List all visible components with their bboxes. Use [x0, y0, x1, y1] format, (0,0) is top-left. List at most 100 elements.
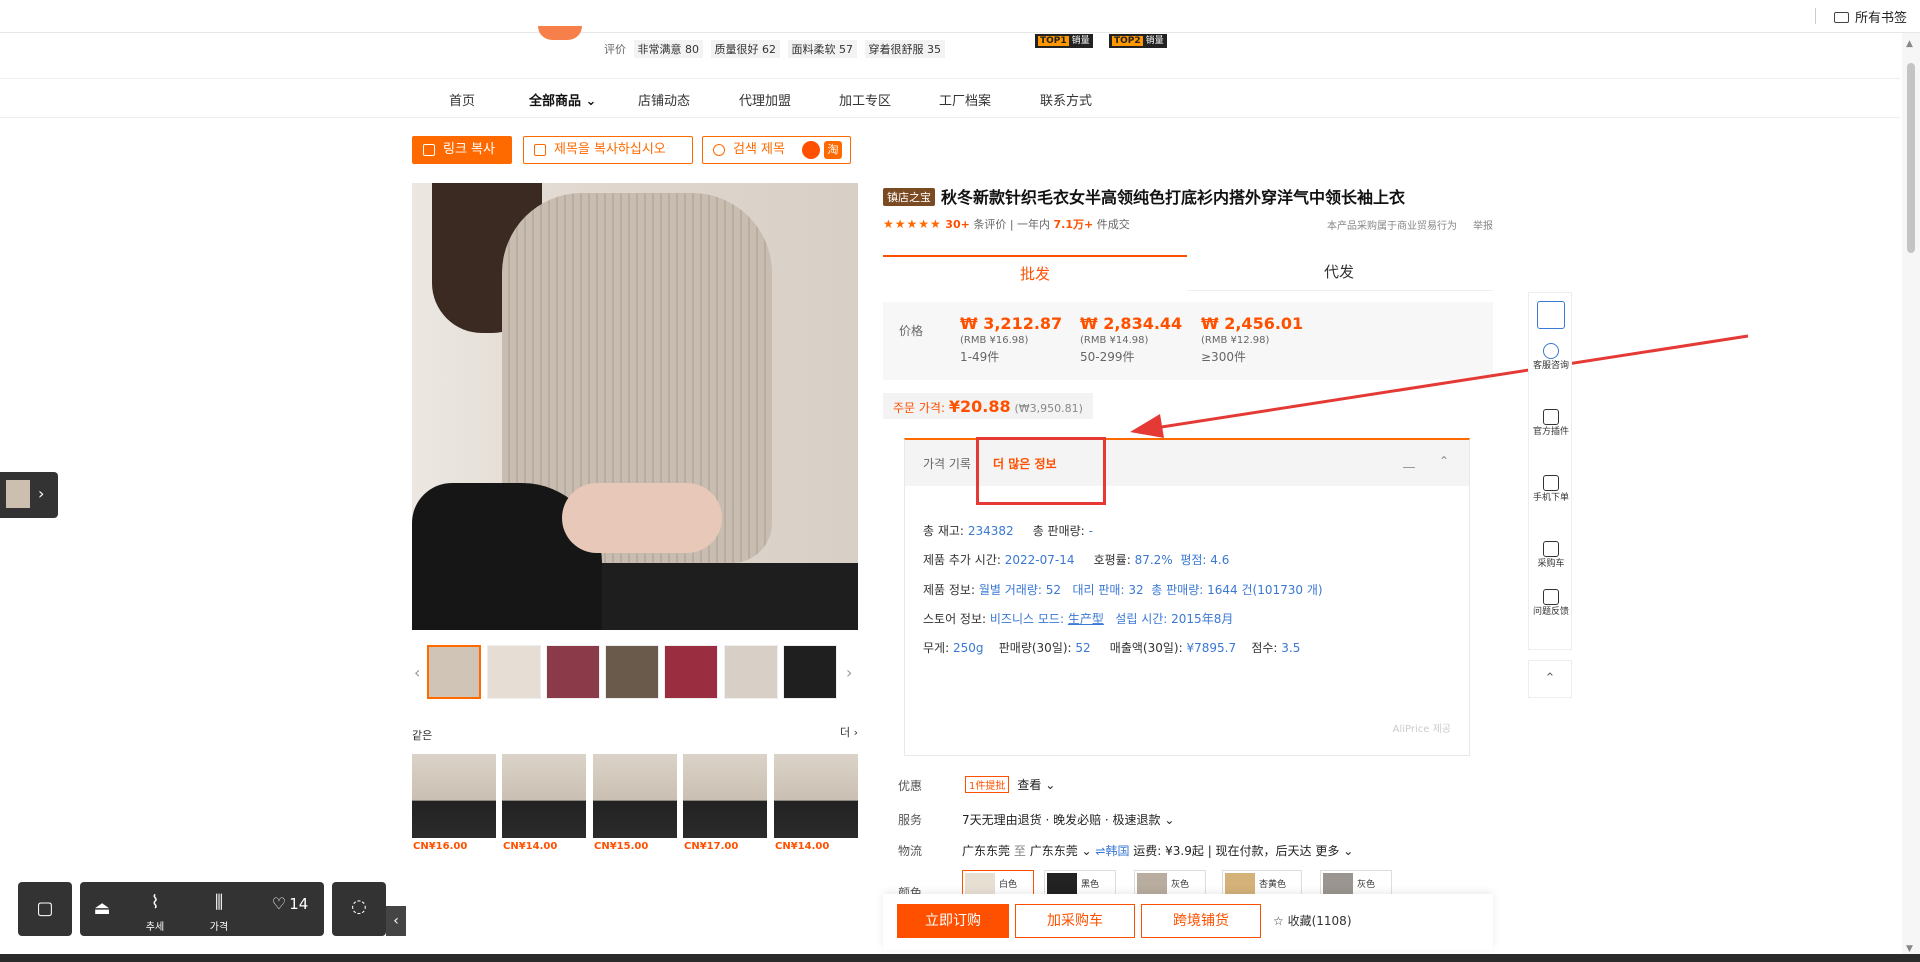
- back-to-top-button[interactable]: ⌃: [1528, 660, 1572, 698]
- thumbnail[interactable]: [546, 645, 600, 699]
- info-row-weight: 무게: 250g 판매량(30일): 52 매출액(30일): ¥7895.7 …: [923, 639, 1300, 656]
- weight-label: 무게:: [923, 641, 950, 655]
- similar-product-image[interactable]: [593, 754, 677, 838]
- product-info-label: 제품 정보:: [923, 583, 976, 597]
- chevron-right-icon[interactable]: ›: [846, 663, 852, 682]
- edit-icon: [1543, 589, 1559, 605]
- nav-all-products[interactable]: 全部商品 ⌄: [529, 90, 596, 109]
- side-customer-service[interactable]: 客服咨询: [1529, 343, 1573, 372]
- thumbnail[interactable]: [487, 645, 541, 699]
- side-feedback[interactable]: 问题反馈: [1529, 589, 1573, 618]
- tab-dropship[interactable]: 代发: [1187, 255, 1491, 291]
- established-label: 설립 시간:: [1115, 612, 1168, 626]
- left-float-widget[interactable]: ›: [0, 472, 58, 518]
- nav-shop-news[interactable]: 店铺动态: [638, 90, 690, 109]
- nav-agency[interactable]: 代理加盟: [739, 90, 791, 109]
- cross-border-button[interactable]: 跨境铺货: [1141, 904, 1261, 938]
- edit-icon[interactable]: [1402, 456, 1420, 468]
- side-plugin[interactable]: 官方插件: [1529, 409, 1573, 438]
- points-value: 3.5: [1281, 641, 1301, 655]
- thumbnail[interactable]: [724, 645, 778, 699]
- thumbnail[interactable]: [783, 645, 837, 699]
- chevron-right-icon: ›: [38, 484, 45, 503]
- thumbnail[interactable]: [605, 645, 659, 699]
- similar-product-image[interactable]: [502, 754, 586, 838]
- chat-icon: [1543, 343, 1559, 359]
- taobao-icon[interactable]: 淘: [824, 141, 842, 159]
- dock-collapse-button[interactable]: ‹: [386, 906, 406, 936]
- side-label: 问题反馈: [1532, 607, 1569, 617]
- side-mobile-order[interactable]: 手机下单: [1529, 475, 1573, 504]
- all-bookmarks-folder[interactable]: 所有书签: [1834, 7, 1907, 26]
- home-icon[interactable]: ⏏: [80, 882, 124, 936]
- sold-suffix: 件成交: [1096, 218, 1130, 231]
- revenue30-label: 매출액(30일):: [1109, 641, 1183, 655]
- nav-processing[interactable]: 加工专区: [839, 90, 891, 109]
- tier-rmb: (RMB ¥16.98): [960, 335, 1029, 346]
- scrollbar-thumb[interactable]: [1907, 63, 1915, 253]
- total-value: 1644 건(101730 개): [1207, 583, 1323, 597]
- nav-home[interactable]: 首页: [449, 90, 475, 109]
- similar-price: CN¥14.00: [775, 841, 830, 852]
- search-title-button[interactable]: 검색 제목 淘: [702, 136, 851, 164]
- points-label: 점수:: [1251, 641, 1278, 655]
- nav-contact[interactable]: 联系方式: [1040, 90, 1092, 109]
- side-cart[interactable]: 采购车: [1529, 541, 1573, 570]
- intl-shipping-link[interactable]: ⇌韩国: [1095, 844, 1129, 858]
- similar-more-link[interactable]: 더 ›: [840, 724, 858, 740]
- buy-now-button[interactable]: 立即订购: [897, 904, 1009, 938]
- dock-trend[interactable]: ⌇ 추세: [130, 882, 180, 936]
- puzzle-icon: [1543, 409, 1559, 425]
- scroll-down-icon[interactable]: ▼: [1906, 944, 1913, 954]
- dock-price[interactable]: ⫼ 가격: [184, 882, 254, 936]
- dock-chat-button[interactable]: ◌: [332, 882, 386, 936]
- dock-bag-button[interactable]: ▢: [18, 882, 72, 936]
- main-product-image[interactable]: [412, 183, 858, 630]
- translate-icon[interactable]: [1529, 301, 1573, 331]
- rating-tag: 质量很好 62: [710, 40, 780, 58]
- source-icon[interactable]: [802, 141, 820, 159]
- thumbnail[interactable]: [664, 645, 718, 699]
- swatch-label: 白色: [999, 880, 1018, 890]
- sales-label: 총 판매량:: [1032, 524, 1085, 538]
- report-link[interactable]: 举报: [1473, 221, 1493, 232]
- logistics-more[interactable]: 更多 ⌄: [1315, 844, 1353, 858]
- badge-rank: TOP2: [1112, 36, 1143, 46]
- similar-product-image[interactable]: [683, 754, 767, 838]
- nav-all-products-label: 全部商品: [529, 94, 582, 109]
- annotation-highlight-box: [976, 437, 1106, 505]
- add-to-cart-button[interactable]: 加采购车: [1015, 904, 1135, 938]
- collapse-icon[interactable]: ⌃: [1439, 454, 1449, 468]
- similar-product-image[interactable]: [774, 754, 858, 838]
- promo-view-link[interactable]: 查看 ⌄: [1017, 778, 1055, 792]
- copy-title-button[interactable]: 제목을 복사하십시오: [523, 136, 693, 164]
- tier-qty: 1-49件: [960, 350, 1000, 364]
- shop-logo[interactable]: [538, 26, 582, 40]
- service-value[interactable]: 7天无理由退货 · 晚发必赔 · 极速退款 ⌄: [962, 811, 1174, 828]
- sales-value: -: [1088, 524, 1093, 538]
- biz-mode-value[interactable]: 生产型: [1068, 612, 1104, 626]
- vertical-scrollbar[interactable]: ▲ ▼: [1902, 33, 1920, 962]
- arrow-shaft: [1141, 334, 1749, 432]
- image-skirt: [602, 563, 858, 630]
- bag-icon: ▢: [36, 898, 54, 919]
- favorite-button[interactable]: ☆ 收藏(1108): [1273, 912, 1352, 929]
- similar-product-image[interactable]: [412, 754, 496, 838]
- chevron-left-icon: ‹: [393, 913, 399, 929]
- dock-likes[interactable]: ♡ 14: [260, 882, 320, 936]
- tab-wholesale[interactable]: 批发: [883, 255, 1187, 291]
- logistics-value: 广东东莞 至 广东东莞 ⌄ ⇌韩国 运费: ¥3.9起 | 现在付款，后天达 更…: [962, 844, 1354, 858]
- copy-link-button[interactable]: 링크 복사: [412, 136, 512, 164]
- scroll-up-icon[interactable]: ▲: [1906, 39, 1913, 49]
- tab-price-history[interactable]: 가격 기록: [923, 455, 971, 472]
- added-label: 제품 추가 시간:: [923, 553, 1001, 567]
- chevron-left-icon[interactable]: ‹: [414, 663, 420, 682]
- review-count[interactable]: 30+: [945, 218, 970, 231]
- copy-icon: [534, 144, 546, 156]
- thumbnail[interactable]: [427, 645, 481, 699]
- promo-view-label: 查看: [1017, 778, 1042, 792]
- nav-factory[interactable]: 工厂档案: [939, 90, 991, 109]
- dock-toolbar: ⏏ ⌇ 추세 ⫼ 가격 ♡ 14: [80, 882, 324, 936]
- order-price-krw: (₩3,950.81): [1014, 402, 1083, 415]
- ship-to-select[interactable]: 广东东莞 ⌄: [1030, 844, 1092, 858]
